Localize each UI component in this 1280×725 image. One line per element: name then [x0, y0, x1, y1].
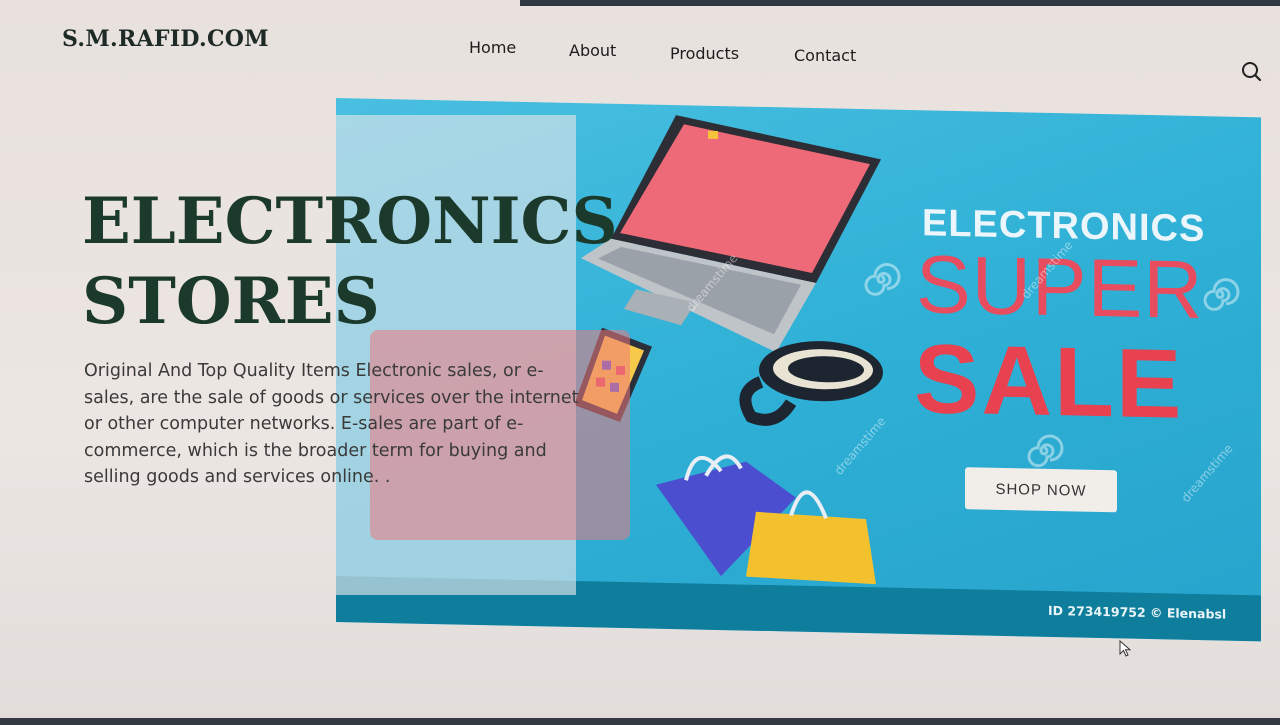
nav-about[interactable]: About [569, 41, 616, 60]
watermark-text: dreamstime [1178, 441, 1236, 505]
spiral-icon [864, 263, 901, 296]
screen-bezel-bottom [0, 718, 1280, 725]
search-icon[interactable] [1240, 60, 1262, 82]
banner-sale: SALE [914, 323, 1184, 439]
vr-headset-image [739, 341, 883, 426]
hero-title: ELECTRONICS STORES [82, 182, 618, 342]
spiral-icon [1027, 434, 1064, 468]
hero-title-line1: ELECTRONICS [82, 184, 618, 259]
shop-now-button[interactable]: SHOP NOW [965, 467, 1117, 513]
nav-products[interactable]: Products [670, 44, 739, 63]
hero-description: Original And Top Quality Items Electroni… [84, 361, 579, 487]
mouse-pointer-icon [1119, 640, 1131, 657]
nav-contact[interactable]: Contact [794, 46, 856, 65]
page: S.M.RAFID.COM Home About Products Contac… [0, 0, 1280, 725]
hero-title-line2: STORES [82, 264, 380, 339]
site-logo[interactable]: S.M.RAFID.COM [62, 26, 269, 52]
nav-home[interactable]: Home [469, 38, 516, 57]
spiral-icon [1203, 278, 1240, 311]
screen-bezel-top [520, 0, 1280, 6]
